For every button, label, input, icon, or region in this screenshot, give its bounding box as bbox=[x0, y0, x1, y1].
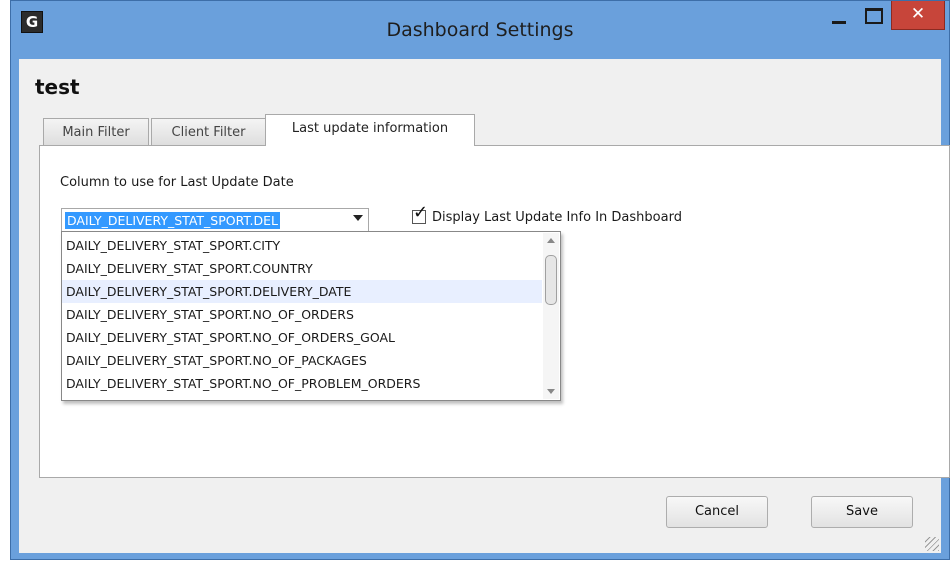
scrollbar-thumb[interactable] bbox=[545, 255, 557, 305]
list-item[interactable]: DAILY_DELIVERY_STAT_SPORT.COUNTRY bbox=[62, 257, 542, 280]
list-item[interactable]: DAILY_DELIVERY_STAT_SPORT.NO_OF_ORDERS_G… bbox=[62, 326, 542, 349]
tab-last-update-information[interactable]: Last update information bbox=[265, 114, 475, 146]
tab-main-filter[interactable]: Main Filter bbox=[43, 118, 149, 145]
list-item[interactable]: DAILY_DELIVERY_STAT_SPORT.CITY bbox=[62, 234, 542, 257]
column-select[interactable]: DAILY_DELIVERY_STAT_SPORT.DEL bbox=[61, 208, 369, 232]
chevron-down-icon[interactable] bbox=[353, 215, 363, 221]
options-scrollbar[interactable] bbox=[543, 233, 559, 399]
list-item[interactable]: DAILY_DELIVERY_STAT_SPORT.NO_OF_ORDERS bbox=[62, 303, 542, 326]
list-item[interactable]: DAILY_DELIVERY_STAT_SPORT.NO_OF_PACKAGES bbox=[62, 349, 542, 372]
maximize-button[interactable] bbox=[857, 1, 889, 29]
display-last-update-label[interactable]: Display Last Update Info In Dashboard bbox=[432, 210, 682, 225]
dialog-window: G Dashboard Settings ✕ test Main Filter … bbox=[10, 0, 950, 560]
window-title: Dashboard Settings bbox=[386, 19, 574, 41]
list-item[interactable]: DAILY_DELIVERY_STAT_SPORT.NO_OF_PROBLEM_… bbox=[62, 372, 542, 395]
close-button[interactable]: ✕ bbox=[891, 1, 945, 30]
scroll-down-arrow-icon[interactable] bbox=[547, 389, 555, 394]
column-options-list: DAILY_DELIVERY_STAT_SPORT.CITY DAILY_DEL… bbox=[61, 231, 561, 401]
list-item-highlighted[interactable]: DAILY_DELIVERY_STAT_SPORT.DELIVERY_DATE bbox=[62, 280, 542, 303]
save-button[interactable]: Save bbox=[811, 496, 913, 528]
dashboard-name-heading: test bbox=[35, 75, 80, 99]
minimize-button[interactable] bbox=[823, 1, 855, 29]
title-bar[interactable]: G Dashboard Settings ✕ bbox=[11, 1, 949, 59]
resize-grip-icon[interactable] bbox=[925, 537, 939, 551]
column-label: Column to use for Last Update Date bbox=[60, 175, 294, 190]
column-select-value: DAILY_DELIVERY_STAT_SPORT.DEL bbox=[65, 212, 280, 229]
checkmark-icon: ✓ bbox=[413, 202, 429, 223]
display-last-update-checkbox[interactable]: ✓ bbox=[412, 204, 428, 224]
scroll-up-arrow-icon[interactable] bbox=[547, 238, 555, 243]
tab-panel-last-update: Column to use for Last Update Date DAILY… bbox=[39, 145, 950, 478]
tab-client-filter[interactable]: Client Filter bbox=[151, 118, 266, 145]
cancel-button[interactable]: Cancel bbox=[666, 496, 768, 528]
dialog-body: test Main Filter Client Filter Last upda… bbox=[19, 59, 950, 553]
